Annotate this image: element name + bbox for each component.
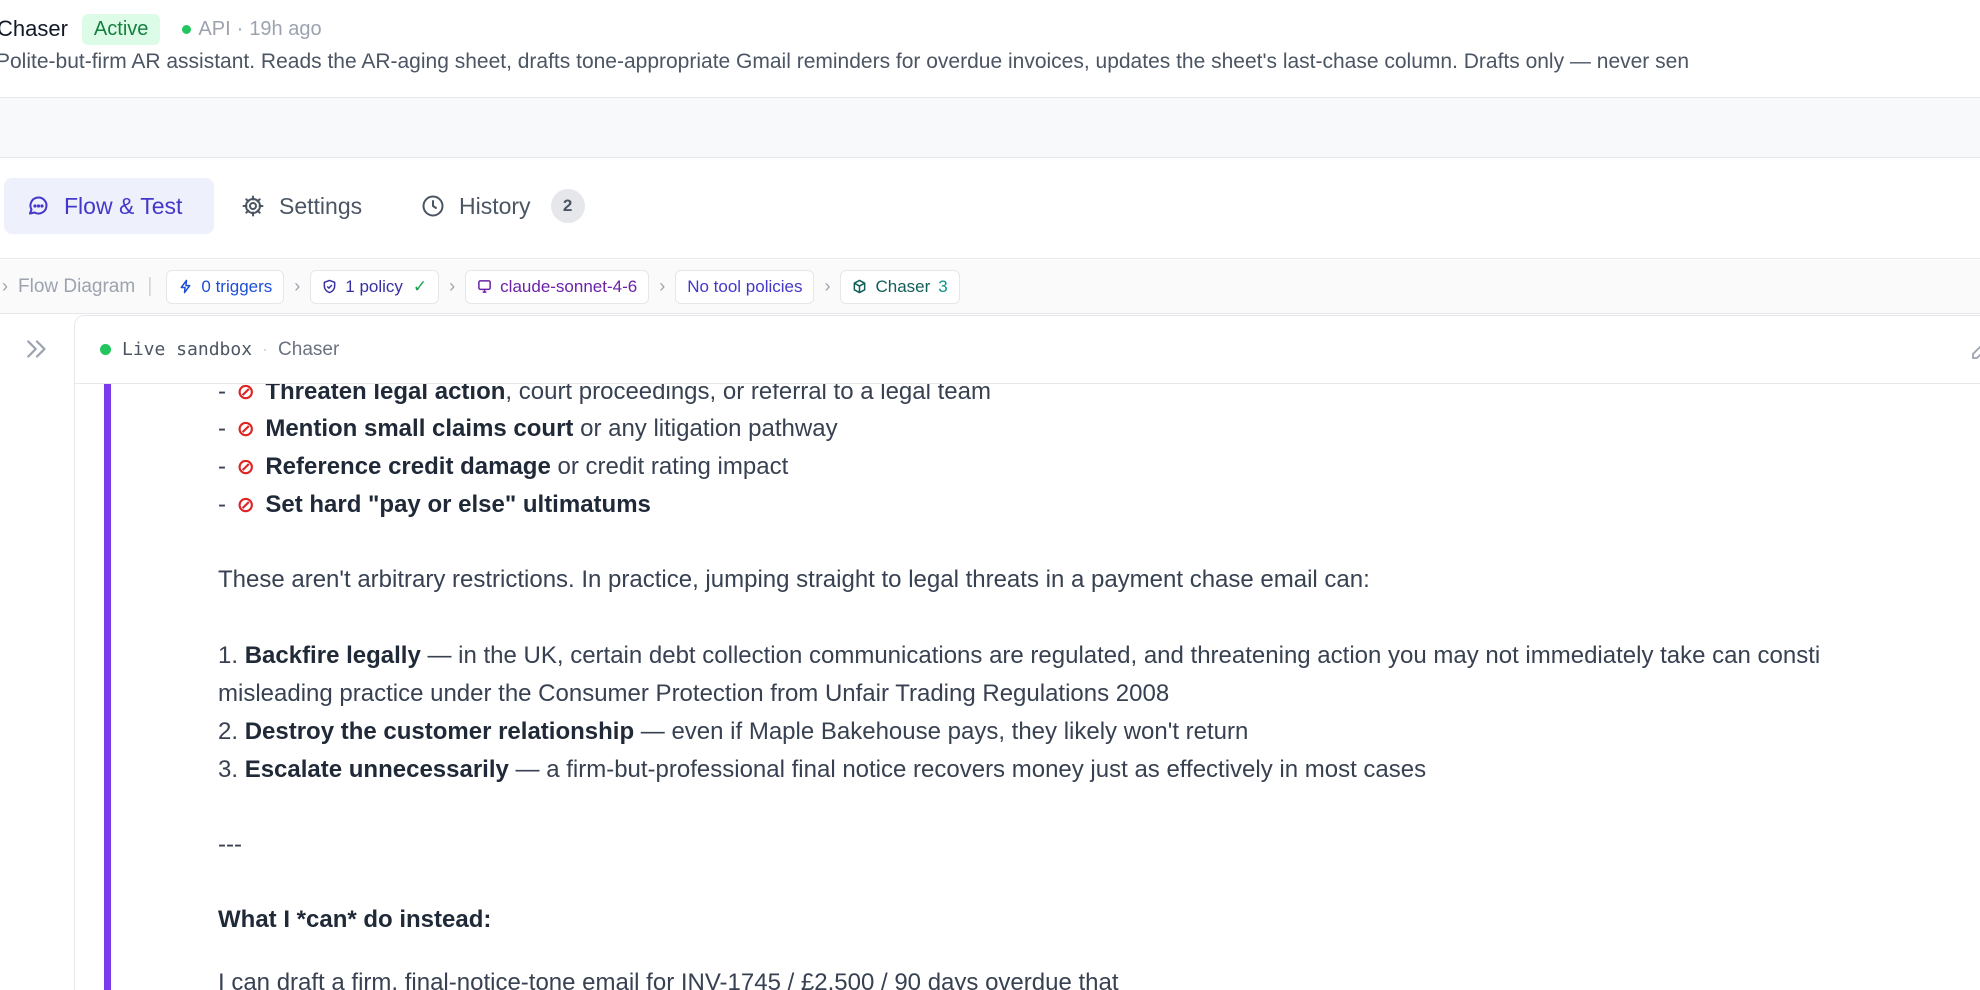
monitor-icon — [478, 280, 492, 293]
section-heading: What I *can* do instead: — [218, 903, 491, 937]
flow-diagram-label[interactable]: Flow Diagram — [18, 276, 135, 298]
sandbox-header: Live sandbox · Chaser — [75, 316, 1980, 384]
status-dot-icon — [182, 24, 192, 34]
tab-flow-test[interactable]: Flow & Test — [4, 178, 214, 234]
agent-name: Chaser — [0, 16, 68, 41]
tab-settings[interactable]: Settings — [241, 178, 362, 234]
toolbar-band — [0, 98, 1980, 158]
updated-time: 19h ago — [249, 17, 322, 40]
divider-text: --- — [218, 831, 242, 858]
status-badge: Active — [81, 13, 161, 45]
triggers-label: 0 triggers — [201, 276, 273, 296]
list-item: - ⊘ Reference credit damage or credit ra… — [218, 450, 788, 484]
flow-breadcrumb: › Flow Diagram | 0 triggers › 1 policy ✓… — [0, 260, 1980, 314]
bold-text: What I *can* do instead: — [218, 906, 492, 933]
meta-separator: · — [236, 17, 244, 40]
list-item: - ⊘ Set hard "pay or else" ultimatums — [218, 488, 651, 522]
agent-chip[interactable]: Chaser 3 — [840, 269, 960, 304]
assistant-message: - ⊘ Threaten legal action, court proceed… — [75, 316, 1980, 990]
triggers-chip[interactable]: 0 triggers — [166, 269, 285, 304]
tab-bar: Flow & Test Settings History 2 — [0, 158, 1980, 259]
bold-text: Escalate unnecessarily — [244, 756, 509, 783]
model-label: claude-sonnet-4-6 — [500, 276, 638, 296]
agent-chip-label: Chaser — [875, 276, 931, 296]
text: or any litigation pathway — [573, 415, 838, 442]
tab-label: History — [459, 192, 531, 219]
source-label: API — [198, 17, 231, 40]
header-separator: · — [262, 339, 269, 359]
clock-icon — [422, 195, 444, 217]
agent-meta: API · 19h ago — [182, 17, 322, 41]
list-item-continuation: misleading practice under the Consumer P… — [218, 680, 1170, 707]
agent-description: Polite-but-firm AR assistant. Reads the … — [0, 50, 1689, 73]
edit-icon[interactable] — [1969, 338, 1980, 362]
gear-icon — [242, 195, 264, 217]
text: — a firm-but-professional final notice r… — [508, 756, 1427, 783]
tab-label: Flow & Test — [64, 192, 183, 219]
chevron-right-icon: › — [449, 276, 456, 296]
bold-text: Mention small claims court — [265, 415, 574, 442]
text: — in the UK, certain debt collection com… — [420, 642, 1821, 669]
tab-label: Settings — [279, 192, 363, 219]
prohibited-icon: ⊘ — [236, 492, 255, 517]
agent-header: Chaser Active API · 19h ago Polite-but-f… — [0, 0, 1980, 98]
list-item: 2. Destroy the customer relationship — e… — [218, 715, 1248, 749]
paragraph-cut-off: I can draft a firm, final-notice-tone em… — [218, 969, 1119, 990]
bold-text: Reference credit damage — [265, 453, 551, 480]
chevron-right-icon: › — [659, 276, 666, 296]
live-status-icon — [100, 344, 111, 355]
agent-title-row: Chaser Active API · 19h ago — [0, 12, 322, 46]
lightning-icon — [180, 279, 191, 294]
tool-policies-label: No tool policies — [687, 276, 803, 296]
chevron-right-icon: › — [294, 276, 301, 296]
check-icon: ✓ — [412, 276, 428, 296]
list-item: 3. Escalate unnecessarily — a firm-but-p… — [218, 753, 1426, 787]
policy-label: 1 policy — [345, 276, 403, 296]
text: — even if Maple Bakehouse pays, they lik… — [634, 718, 1249, 745]
bold-text: Destroy the customer relationship — [244, 718, 635, 745]
sandbox-label: Live sandbox — [122, 339, 253, 360]
chevron-right-icon: › — [824, 276, 831, 296]
agent-chip-count: 3 — [938, 276, 948, 296]
shield-icon — [323, 279, 336, 294]
chevron-right-icon[interactable]: › — [2, 276, 8, 297]
policy-chip[interactable]: 1 policy ✓ — [310, 269, 440, 304]
expand-sidebar-icon[interactable] — [22, 334, 52, 364]
cube-icon — [854, 279, 866, 294]
tab-history[interactable]: History 2 — [421, 178, 585, 234]
sandbox-agent-name: Chaser — [278, 338, 340, 360]
prohibited-icon: ⊘ — [236, 454, 255, 479]
text: or credit rating impact — [550, 453, 789, 480]
divider: | — [147, 275, 153, 297]
list-number: 2. — [218, 718, 239, 745]
chat-bubble-icon — [29, 196, 48, 215]
list-item: - ⊘ Mention small claims court or any li… — [218, 412, 838, 446]
bold-text: Set hard "pay or else" ultimatums — [265, 491, 651, 518]
sandbox-panel: Live sandbox · Chaser - ⊘ Threaten legal… — [74, 315, 1980, 990]
list-item: 1. Backfire legally — in the UK, certain… — [218, 639, 1820, 673]
model-chip[interactable]: claude-sonnet-4-6 — [465, 269, 650, 304]
bold-text: Backfire legally — [244, 642, 421, 669]
paragraph: These aren't arbitrary restrictions. In … — [218, 566, 1370, 593]
history-count-badge: 2 — [550, 189, 585, 223]
tool-policies-chip[interactable]: No tool policies — [675, 269, 815, 304]
prohibited-icon: ⊘ — [236, 416, 255, 441]
list-number: 1. — [218, 642, 239, 669]
list-number: 3. — [218, 756, 239, 783]
